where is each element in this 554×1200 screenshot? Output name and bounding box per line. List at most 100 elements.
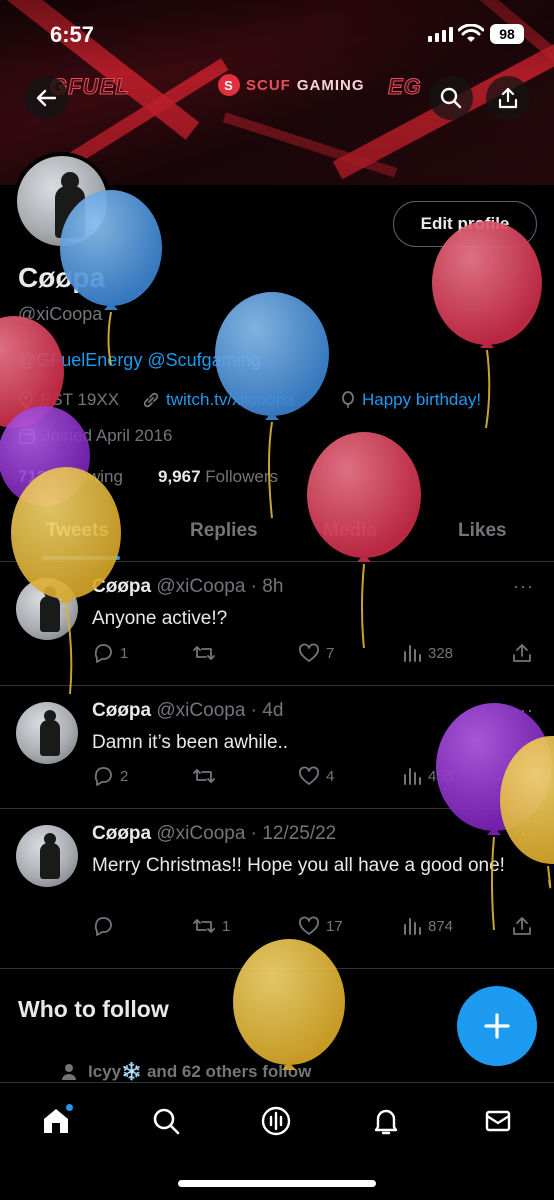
heart-icon xyxy=(299,916,319,935)
profile-joined: Joined April 2016 xyxy=(18,426,172,446)
reply-button[interactable]: 2 xyxy=(92,766,128,786)
reply-button[interactable]: 1 xyxy=(92,643,128,663)
tweet[interactable]: Cøøpa @xiCoopa · 4d ··· Damn it’s been a… xyxy=(0,686,554,809)
more-options-icon[interactable]: ··· xyxy=(513,700,534,721)
nav-spaces[interactable] xyxy=(256,1101,296,1141)
search-icon xyxy=(440,87,462,109)
tweet-header: Cøøpa @xiCoopa · 8h xyxy=(92,576,283,598)
notification-dot xyxy=(65,1103,74,1112)
nav-messages[interactable] xyxy=(478,1101,518,1141)
search-button[interactable] xyxy=(429,76,473,120)
heart-icon xyxy=(299,766,319,785)
bell-icon xyxy=(374,1109,398,1135)
share-button[interactable] xyxy=(486,76,530,120)
profile-bio[interactable]: @GFuelEnergy @Scufgaming xyxy=(18,350,261,371)
views-count: 328 xyxy=(428,644,454,662)
tab-media[interactable]: Media xyxy=(323,520,377,542)
tweet-actions: 1 17 874 xyxy=(92,916,542,940)
balloon-red xyxy=(0,316,64,428)
sponsor-scuf-text: SCUF xyxy=(246,76,291,94)
mail-icon xyxy=(485,1110,511,1132)
tweet[interactable]: Cøøpa @xiCoopa · 12/25/22 ··· Merry Chri… xyxy=(0,809,554,969)
compose-tweet-button[interactable] xyxy=(457,986,537,1066)
like-button[interactable]: 17 xyxy=(298,916,343,936)
reply-button[interactable] xyxy=(92,916,120,936)
edit-profile-button[interactable]: Edit profile xyxy=(393,201,537,247)
scuf-logo-icon: S xyxy=(218,74,240,96)
location-pin-icon xyxy=(19,391,33,409)
tweet-time: 4d xyxy=(262,700,284,721)
avatar-figure xyxy=(55,172,85,238)
tweet[interactable]: Cøøpa @xiCoopa · 8h ··· Anyone active!? … xyxy=(0,562,554,686)
retweet-button[interactable] xyxy=(192,643,222,663)
share-tweet-button[interactable] xyxy=(512,916,532,936)
tweet-avatar[interactable] xyxy=(16,702,78,764)
reply-count: 1 xyxy=(120,644,129,662)
views-button[interactable]: 328 xyxy=(402,643,453,663)
nav-search[interactable] xyxy=(146,1101,186,1141)
views-button[interactable]: 453 xyxy=(402,766,453,786)
follow-social-context: Icyy❄️ and 62 others follow xyxy=(60,1062,311,1082)
nav-notifications[interactable] xyxy=(366,1101,406,1141)
share-icon xyxy=(498,87,518,109)
profile-avatar[interactable] xyxy=(13,152,111,250)
like-count: 17 xyxy=(326,917,343,935)
reply-icon xyxy=(94,644,112,663)
signal-icon xyxy=(428,26,453,42)
tab-likes[interactable]: Likes xyxy=(458,520,507,542)
heart-icon xyxy=(299,643,319,662)
retweet-icon xyxy=(193,919,215,933)
like-button[interactable]: 4 xyxy=(298,766,334,786)
tweet-actions: 1 7 328 xyxy=(92,643,542,667)
more-options-icon[interactable]: ··· xyxy=(513,823,534,844)
reply-count: 2 xyxy=(120,767,129,785)
more-options-icon[interactable]: ··· xyxy=(513,576,534,597)
tab-tweets[interactable]: Tweets xyxy=(46,520,109,542)
tweet-dot-separator: · xyxy=(245,823,263,844)
wifi-icon xyxy=(458,24,484,42)
profile-tabs: Tweets Replies Media Likes xyxy=(0,508,554,562)
link-icon xyxy=(143,392,159,408)
following-count[interactable]: 712 Following xyxy=(18,467,123,487)
avatar-figure xyxy=(40,710,60,756)
retweet-button[interactable] xyxy=(192,766,222,786)
retweet-button[interactable]: 1 xyxy=(192,916,230,936)
share-icon xyxy=(513,644,531,662)
tab-replies[interactable]: Replies xyxy=(190,520,258,542)
views-button[interactable]: 874 xyxy=(402,916,453,936)
views-count: 453 xyxy=(428,767,454,785)
followers-count[interactable]: 9,967 Followers xyxy=(158,467,278,487)
tweet-author-name: Cøøpa xyxy=(92,576,152,597)
retweet-icon xyxy=(193,769,215,783)
profile-location: EST 19XX xyxy=(18,390,119,410)
like-count: 4 xyxy=(326,767,335,785)
back-button[interactable] xyxy=(24,76,68,120)
status-bar: 6:57 98 xyxy=(0,0,554,64)
views-icon xyxy=(404,918,421,935)
profile-handle: @xiCoopa xyxy=(18,304,103,324)
person-icon xyxy=(62,1064,76,1080)
tweet-avatar[interactable] xyxy=(16,578,78,640)
following-label: Following xyxy=(51,467,123,486)
tweet-dot-separator: · xyxy=(245,700,263,721)
calendar-icon xyxy=(19,428,35,444)
link-text[interactable]: twitch.tv/xiicoopa xyxy=(166,390,295,410)
views-icon xyxy=(404,645,421,662)
like-button[interactable]: 7 xyxy=(298,643,334,663)
reply-icon xyxy=(94,917,112,936)
tweet-dot-separator: · xyxy=(245,576,263,597)
tweet-text: Merry Christmas!! Hope you all have a go… xyxy=(92,855,505,876)
tweet-header: Cøøpa @xiCoopa · 12/25/22 xyxy=(92,823,336,845)
share-tweet-button[interactable] xyxy=(512,766,532,786)
avatar-figure xyxy=(40,833,60,879)
tweet-avatar[interactable] xyxy=(16,825,78,887)
profile-link[interactable]: twitch.tv/xiicoopa xyxy=(142,390,295,410)
share-tweet-button[interactable] xyxy=(512,643,532,663)
spaces-icon xyxy=(261,1106,291,1136)
tweet-handle: @xiCoopa xyxy=(156,700,246,721)
balloon-icon xyxy=(342,391,354,408)
avatar-figure xyxy=(40,586,60,632)
nav-home[interactable] xyxy=(36,1101,76,1141)
followers-label: Followers xyxy=(205,467,279,486)
tweet-text: Damn it’s been awhile.. xyxy=(92,732,289,753)
